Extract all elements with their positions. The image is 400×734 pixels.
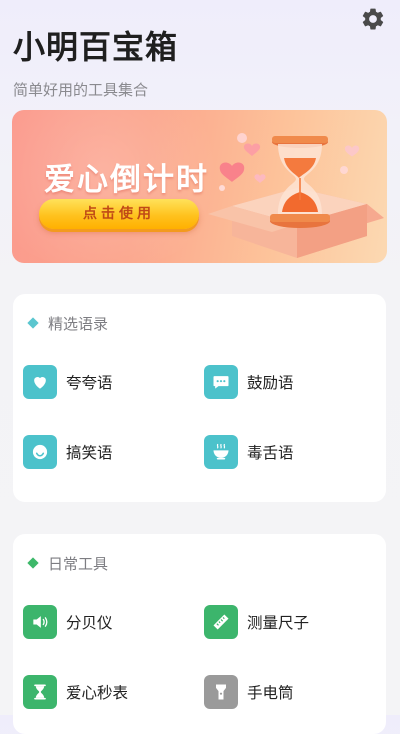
hourglass-hearts-illustration xyxy=(208,133,384,258)
settings-button[interactable] xyxy=(360,6,386,32)
banner-title: 爱心倒计时 xyxy=(44,162,209,198)
tool-item-love-stopwatch[interactable]: 爱心秒表 xyxy=(23,675,128,709)
diamond-bullet-icon xyxy=(27,557,39,569)
tool-item-decibel-meter[interactable]: 分贝仪 xyxy=(23,605,113,639)
section-header-daily-tools: 日常工具 xyxy=(27,554,109,573)
tool-label: 夸夸语 xyxy=(66,374,113,392)
app-subtitle: 简单好用的工具集合 xyxy=(13,81,149,99)
section-title: 精选语录 xyxy=(48,314,109,333)
app-title: 小明百宝箱 xyxy=(13,28,179,66)
gear-icon xyxy=(362,8,384,30)
ruler-icon xyxy=(204,605,238,639)
banner-use-button[interactable]: 点击使用 xyxy=(39,199,199,229)
speaker-icon xyxy=(23,605,57,639)
tool-label: 毒舌语 xyxy=(247,444,294,462)
flashlight-icon xyxy=(204,675,238,709)
tool-label: 手电筒 xyxy=(247,684,294,702)
tool-item-sarcastic[interactable]: 毒舌语 xyxy=(204,435,294,469)
diamond-bullet-icon xyxy=(27,317,39,329)
hourglass-icon xyxy=(23,675,57,709)
heart-icon xyxy=(23,365,57,399)
chat-bubble-icon xyxy=(204,365,238,399)
tool-item-flashlight[interactable]: 手电筒 xyxy=(204,675,294,709)
featured-quotes-card: 精选语录 夸夸语 鼓励语 搞笑语 毒舌语 xyxy=(13,294,386,502)
daily-tools-card: 日常工具 分贝仪 测量尺子 爱心秒表 手电筒 xyxy=(13,534,386,734)
tool-label: 爱心秒表 xyxy=(66,684,129,702)
tool-item-encourage[interactable]: 鼓励语 xyxy=(204,365,294,399)
tool-label: 测量尺子 xyxy=(247,614,310,632)
tool-item-funny[interactable]: 搞笑语 xyxy=(23,435,113,469)
smiley-icon xyxy=(23,435,57,469)
tool-item-praise[interactable]: 夸夸语 xyxy=(23,365,113,399)
hot-bowl-icon xyxy=(204,435,238,469)
tool-label: 分贝仪 xyxy=(66,614,113,632)
tool-label: 鼓励语 xyxy=(247,374,294,392)
love-countdown-banner[interactable]: 爱心倒计时 点击使用 xyxy=(12,110,387,263)
section-title: 日常工具 xyxy=(48,554,109,573)
tool-label: 搞笑语 xyxy=(66,444,113,462)
tool-item-ruler[interactable]: 测量尺子 xyxy=(204,605,309,639)
section-header-featured-quotes: 精选语录 xyxy=(27,314,109,333)
